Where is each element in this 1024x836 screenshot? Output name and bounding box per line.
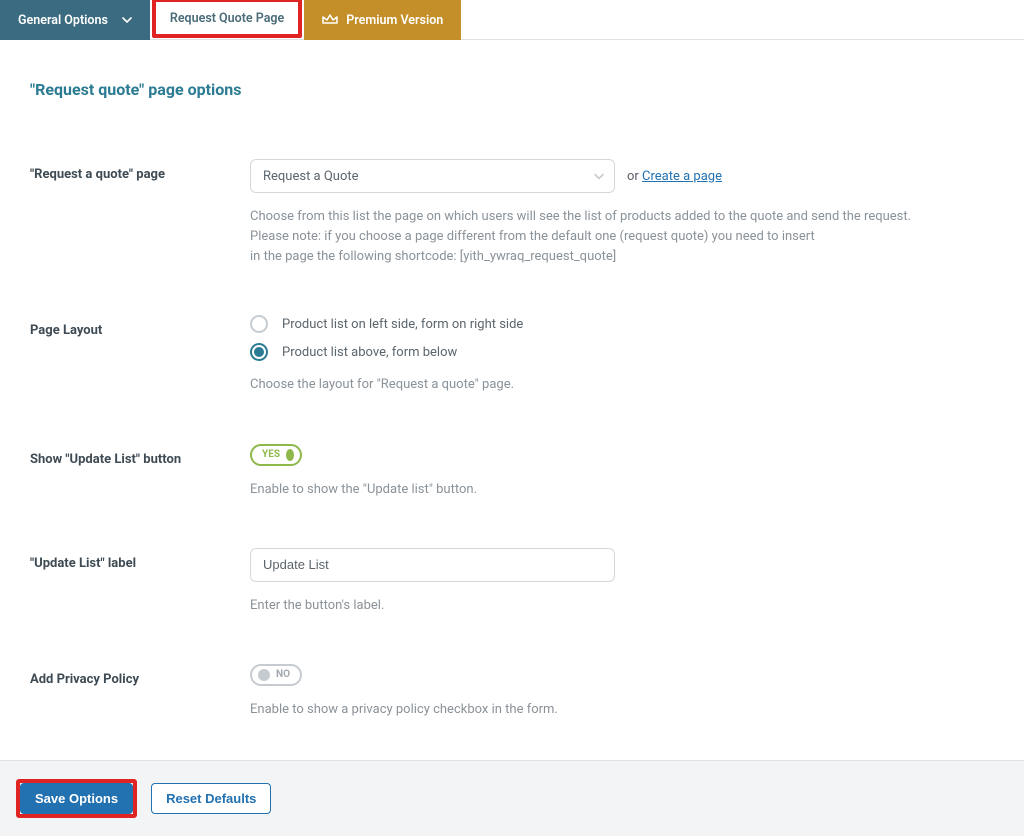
row-page-layout: Page Layout Product list on left side, f… bbox=[30, 315, 994, 395]
footer-actions: Save Options Reset Defaults bbox=[0, 761, 1024, 836]
toggle-state-label-yes: YES bbox=[262, 449, 280, 460]
create-page-link[interactable]: Create a page bbox=[642, 169, 722, 184]
privacy-desc: Enable to show a privacy policy checkbox… bbox=[250, 700, 994, 720]
layout-desc: Choose the layout for "Request a quote" … bbox=[250, 375, 994, 395]
field-quote-page: Request a Quote or Create a page Choose … bbox=[250, 159, 994, 267]
quote-page-select-value: Request a Quote bbox=[263, 169, 359, 184]
radio-checked-icon bbox=[250, 343, 268, 361]
or-text: or bbox=[627, 169, 642, 184]
label-quote-page: "Request a quote" page bbox=[30, 159, 250, 182]
update-list-label-input[interactable] bbox=[250, 548, 615, 582]
layout-radio-group: Product list on left side, form on right… bbox=[250, 315, 994, 361]
field-add-privacy-policy: NO Enable to show a privacy policy check… bbox=[250, 664, 994, 720]
quote-page-desc: Choose from this list the page on which … bbox=[250, 207, 994, 267]
update-list-label-desc: Enter the button's label. bbox=[250, 596, 994, 616]
field-update-list-label: Enter the button's label. bbox=[250, 548, 994, 616]
save-options-highlight: Save Options bbox=[16, 779, 137, 818]
row-show-update-list: Show "Update List" button YES Enable to … bbox=[30, 444, 994, 500]
show-update-list-toggle[interactable]: YES bbox=[250, 444, 302, 466]
desc-line-3: in the page the following shortcode: [yi… bbox=[250, 247, 994, 267]
label-show-update-list: Show "Update List" button bbox=[30, 444, 250, 467]
radio-icon bbox=[250, 315, 268, 333]
settings-panel: "Request quote" page options "Request a … bbox=[0, 40, 1024, 761]
show-update-desc: Enable to show the "Update list" button. bbox=[250, 480, 994, 500]
desc-line-2: Please note: if you choose a page differ… bbox=[250, 227, 994, 247]
chevron-down-icon bbox=[122, 13, 132, 28]
toggle-knob-icon bbox=[286, 449, 294, 461]
row-quote-page: "Request a quote" page Request a Quote o… bbox=[30, 159, 994, 267]
field-page-layout: Product list on left side, form on right… bbox=[250, 315, 994, 395]
label-update-list-label: "Update List" label bbox=[30, 548, 250, 571]
row-update-list-label: "Update List" label Enter the button's l… bbox=[30, 548, 994, 616]
layout-option-above-below[interactable]: Product list above, form below bbox=[250, 343, 994, 361]
tab-premium-version[interactable]: Premium Version bbox=[304, 0, 461, 40]
tab-general-options[interactable]: General Options bbox=[0, 0, 150, 40]
row-add-privacy-policy: Add Privacy Policy NO Enable to show a p… bbox=[30, 664, 994, 720]
tab-general-label: General Options bbox=[18, 13, 108, 28]
layout-option-left-right[interactable]: Product list on left side, form on right… bbox=[250, 315, 994, 333]
toggle-state-label-no: NO bbox=[276, 669, 290, 680]
layout-option-1-label: Product list on left side, form on right… bbox=[282, 317, 523, 332]
tab-premium-label: Premium Version bbox=[346, 13, 443, 28]
field-show-update-list: YES Enable to show the "Update list" but… bbox=[250, 444, 994, 500]
top-tabs: General Options Request Quote Page Premi… bbox=[0, 0, 1024, 40]
reset-defaults-button[interactable]: Reset Defaults bbox=[151, 783, 271, 814]
save-options-button[interactable]: Save Options bbox=[20, 783, 133, 814]
label-add-privacy-policy: Add Privacy Policy bbox=[30, 664, 250, 687]
tab-request-quote-page[interactable]: Request Quote Page bbox=[152, 0, 302, 38]
page-title: "Request quote" page options bbox=[30, 80, 994, 99]
layout-option-2-label: Product list above, form below bbox=[282, 345, 457, 360]
tab-request-label: Request Quote Page bbox=[170, 11, 284, 26]
crown-icon bbox=[322, 13, 338, 28]
privacy-policy-toggle[interactable]: NO bbox=[250, 664, 302, 686]
toggle-knob-icon bbox=[258, 669, 270, 681]
desc-line-1: Choose from this list the page on which … bbox=[250, 207, 994, 227]
quote-page-select[interactable]: Request a Quote bbox=[250, 159, 615, 193]
or-create-page: or Create a page bbox=[627, 169, 722, 184]
label-page-layout: Page Layout bbox=[30, 315, 250, 338]
